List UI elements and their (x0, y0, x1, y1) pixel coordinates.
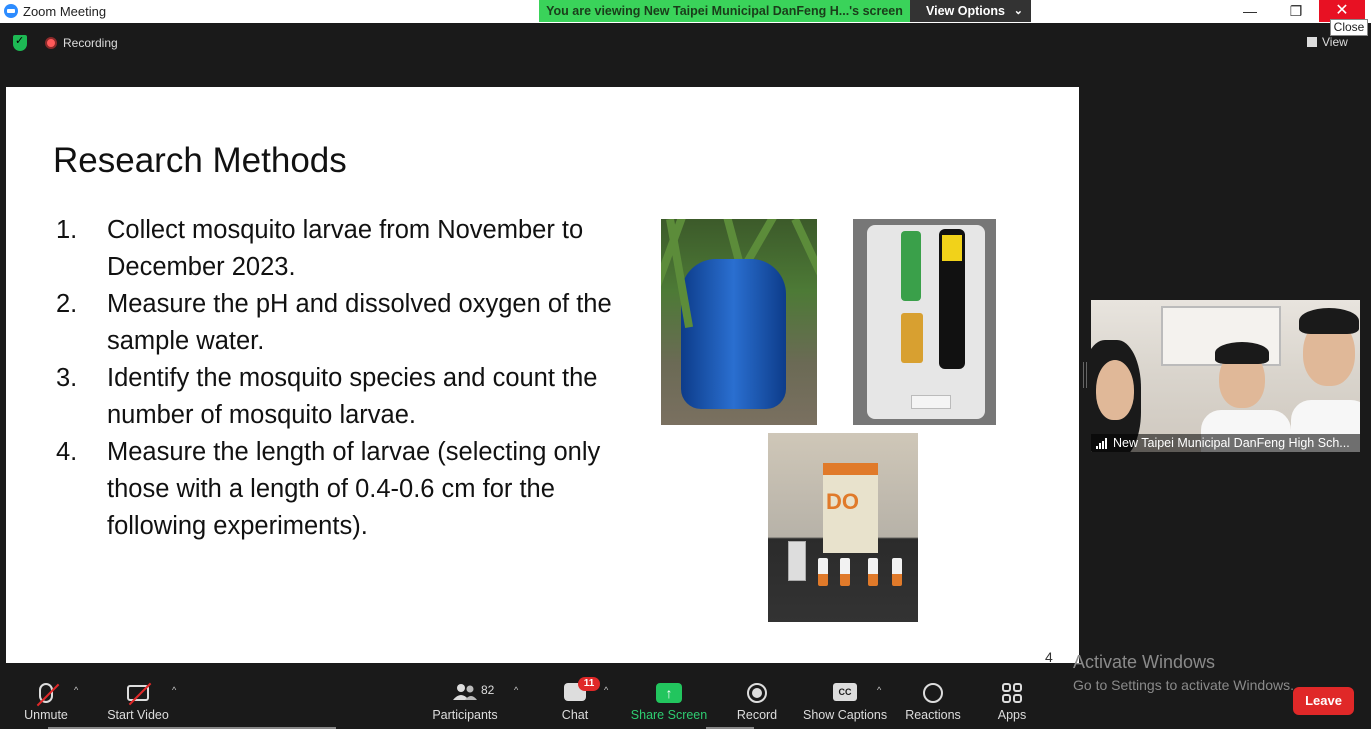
show-captions-button[interactable]: CC Show Captions (803, 673, 887, 729)
window-title: Zoom Meeting (23, 4, 107, 19)
activate-windows-subtitle: Go to Settings to activate Windows. (1073, 677, 1294, 693)
apps-label: Apps (997, 708, 1027, 722)
start-video-label: Start Video (107, 708, 169, 722)
slide-page-number: 4 (1045, 649, 1053, 665)
unmute-label: Unmute (24, 708, 68, 722)
list-number: 2. (56, 290, 78, 318)
apps-icon (1002, 683, 1022, 703)
barrel-photo (661, 219, 817, 425)
recording-icon (45, 37, 57, 49)
view-button[interactable]: View (1307, 35, 1348, 49)
unmute-button[interactable]: Unmute (15, 673, 77, 729)
signal-strength-icon (1096, 438, 1109, 449)
camera-off-icon (127, 682, 152, 706)
reactions-button[interactable]: Reactions (903, 673, 963, 729)
shared-screen-slide: Research Methods 1. Collect mosquito larv… (6, 87, 1079, 665)
list-item: 4. Measure the length of larvae (selectin… (56, 434, 626, 545)
closed-captions-icon: CC (833, 683, 857, 701)
activate-windows-title: Activate Windows (1073, 652, 1216, 672)
audio-options-caret-icon[interactable]: ^ (74, 685, 78, 695)
participants-label: Participants (432, 708, 498, 722)
chat-button[interactable]: 11 Chat (550, 673, 600, 729)
viewing-screen-banner: You are viewing New Taipei Municipal Dan… (539, 0, 910, 22)
minimize-button[interactable]: — (1227, 0, 1273, 22)
participants-caret-icon[interactable]: ^ (514, 685, 518, 695)
chat-caret-icon[interactable]: ^ (604, 685, 608, 695)
list-text: Identify the mosquito species and count … (107, 364, 598, 429)
ph-meter-photo (853, 219, 996, 425)
chevron-down-icon: ⌄ (1013, 5, 1023, 17)
list-text: Collect mosquito larvae from November to… (107, 216, 584, 281)
oxygen-test-kit-photo: DO (768, 433, 918, 622)
reactions-label: Reactions (905, 708, 961, 722)
participant-count: 82 (481, 683, 495, 697)
recording-label: Recording (63, 36, 118, 50)
record-icon (747, 683, 767, 703)
view-options-label: View Options (926, 4, 1005, 18)
restore-button[interactable]: ❐ (1273, 0, 1319, 22)
list-number: 1. (56, 216, 78, 244)
captions-caret-icon[interactable]: ^ (877, 685, 881, 695)
smiley-plus-icon (923, 683, 943, 703)
list-item: 2. Measure the pH and dissolved oxygen of… (56, 286, 626, 360)
grid-view-icon (1307, 37, 1317, 47)
participant-name: New Taipei Municipal DanFeng High Sch... (1113, 436, 1350, 450)
close-tooltip: Close (1330, 19, 1368, 36)
list-item: 3. Identify the mosquito species and coun… (56, 360, 626, 434)
shield-icon[interactable] (13, 34, 27, 51)
list-item: 1. Collect mosquito larvae from November … (56, 212, 626, 286)
show-captions-label: Show Captions (803, 708, 888, 722)
participants-button[interactable]: 82 Participants (430, 673, 500, 729)
record-button[interactable]: Record (732, 673, 782, 729)
record-label: Record (736, 708, 778, 722)
participant-name-bar: New Taipei Municipal DanFeng High Sch... (1091, 434, 1360, 452)
participants-icon (453, 684, 477, 700)
slide-title: Research Methods (53, 141, 347, 180)
start-video-button[interactable]: Start Video (104, 673, 172, 729)
methods-list: 1. Collect mosquito larvae from November … (56, 212, 626, 545)
list-text: Measure the pH and dissolved oxygen of t… (107, 290, 612, 355)
title-bar: Zoom Meeting You are viewing New Taipei … (0, 0, 1371, 23)
participant-video-tile[interactable]: New Taipei Municipal DanFeng High Sch... (1091, 300, 1360, 452)
apps-button[interactable]: Apps (990, 673, 1034, 729)
view-label: View (1322, 35, 1348, 49)
leave-button[interactable]: Leave (1293, 687, 1354, 715)
share-screen-label: Share Screen (630, 708, 708, 722)
list-text: Measure the length of larvae (selecting … (107, 438, 601, 540)
microphone-muted-icon (36, 683, 60, 707)
share-screen-icon: ↑ (656, 683, 682, 703)
view-options-button[interactable]: View Options ⌄ (910, 0, 1031, 22)
share-screen-button[interactable]: ↑ Share Screen (630, 673, 708, 729)
chat-label: Chat (561, 708, 589, 722)
panel-resize-handle[interactable] (1083, 362, 1087, 388)
list-number: 3. (56, 364, 78, 392)
list-number: 4. (56, 438, 78, 466)
chat-unread-badge: 11 (578, 677, 600, 691)
zoom-logo-icon (4, 4, 18, 18)
video-options-caret-icon[interactable]: ^ (172, 685, 176, 695)
